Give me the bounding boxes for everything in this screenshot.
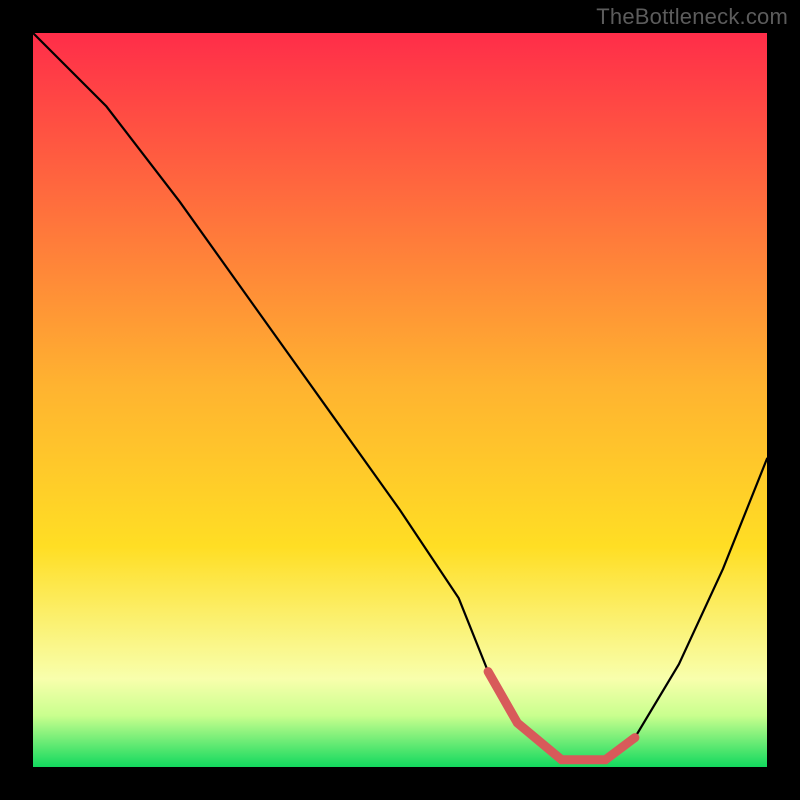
watermark-text: TheBottleneck.com — [596, 4, 788, 30]
bottleneck-chart — [33, 33, 767, 767]
gradient-background — [33, 33, 767, 767]
